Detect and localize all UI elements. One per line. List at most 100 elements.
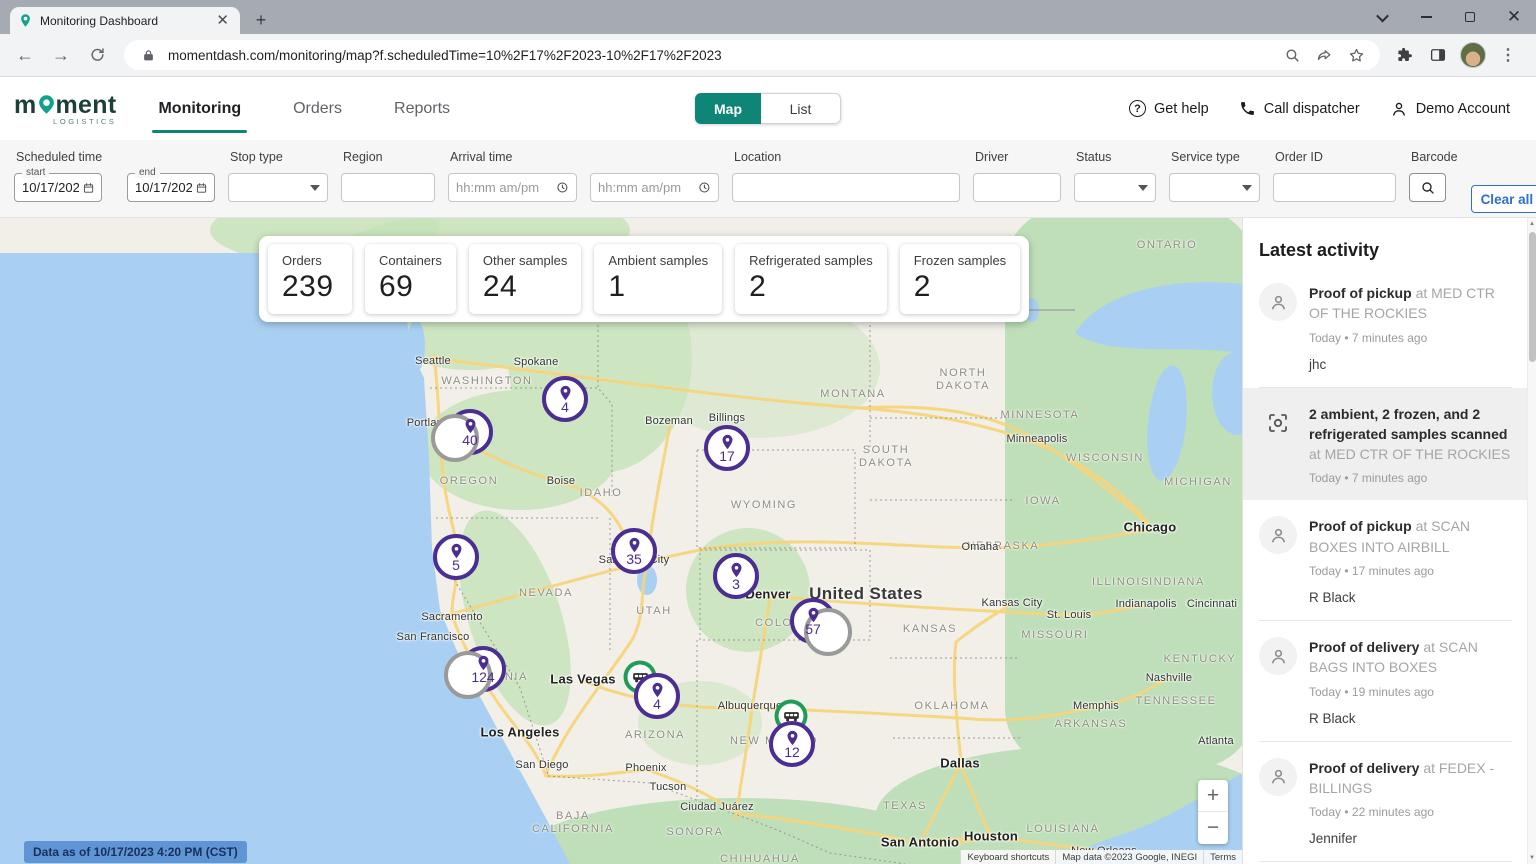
arrival-to-field[interactable] (590, 173, 719, 202)
map-state-label: NEBRASKA (967, 540, 1040, 552)
activity-item[interactable]: Proof of delivery at FEDEX - BILLINGS To… (1259, 742, 1512, 863)
arrival-from-input[interactable] (456, 180, 552, 195)
driver-field[interactable] (973, 173, 1061, 202)
driver-input[interactable] (981, 180, 1053, 195)
map-cluster-marker[interactable]: 3 (713, 553, 759, 599)
sidebar-scrollbar[interactable]: ▲ ▼ (1527, 218, 1536, 864)
share-icon[interactable] (1312, 43, 1336, 67)
map-cluster-marker[interactable]: 12 (769, 721, 815, 767)
map-cluster-marker[interactable]: 124 (460, 646, 506, 692)
side-panel-icon[interactable] (1426, 43, 1450, 67)
nav-reports[interactable]: Reports (390, 77, 454, 140)
clock-icon[interactable] (556, 180, 569, 195)
order-id-input[interactable] (1281, 180, 1388, 195)
map-city-label: Billings (709, 412, 745, 424)
tab-close-icon[interactable]: ✕ (213, 13, 232, 28)
map-city-label: Minneapolis (1007, 433, 1068, 445)
window-minimize-button[interactable] (1404, 0, 1448, 34)
order-id-field[interactable] (1273, 173, 1396, 202)
activity-actor: jhc (1309, 357, 1512, 372)
map-cluster-marker[interactable]: 17 (704, 425, 750, 471)
scheduled-start-input[interactable] (22, 180, 79, 195)
activity-item[interactable]: Proof of delivery at SCAN BAGS INTO BOXE… (1259, 621, 1512, 742)
window-menu-chevron-icon[interactable] (1360, 0, 1404, 34)
scheduled-start-field[interactable]: start (14, 173, 102, 202)
window-maximize-button[interactable] (1448, 0, 1492, 34)
region-field[interactable] (341, 173, 435, 202)
profile-avatar[interactable] (1460, 42, 1486, 68)
scrollbar-thumb[interactable] (1529, 232, 1536, 362)
activity-item[interactable]: 2 ambient, 2 frozen, and 2 refrigerated … (1243, 388, 1536, 501)
service-type-select[interactable] (1169, 173, 1260, 202)
url-bar[interactable]: momentdash.com/monitoring/map?f.schedule… (124, 40, 1380, 70)
activity-timestamp: Today • 17 minutes ago (1309, 564, 1512, 578)
arrival-to-input[interactable] (598, 180, 694, 195)
chevron-down-icon (1242, 185, 1252, 196)
stat-card-refrigerated-samples[interactable]: Refrigerated samples 2 (735, 244, 887, 314)
stat-card-orders[interactable]: Orders 239 (268, 244, 352, 314)
bookmark-star-icon[interactable] (1344, 43, 1368, 67)
map-state-label: ONTARIO (1137, 239, 1198, 251)
call-dispatcher-button[interactable]: Call dispatcher (1239, 100, 1360, 117)
status-select[interactable] (1074, 173, 1156, 202)
browser-menu-kebab-icon[interactable]: ⋮ (1496, 45, 1520, 65)
activity-item[interactable]: Proof of pickup at MED CTR OF THE ROCKIE… (1259, 267, 1512, 388)
map-state-label: TEXAS (883, 800, 927, 812)
end-notch-label: end (135, 167, 160, 178)
map-cluster-marker[interactable]: 5 (433, 534, 479, 580)
back-icon[interactable]: ← (10, 40, 40, 70)
map-cluster-marker[interactable]: 35 (611, 528, 657, 574)
browser-tab[interactable]: Monitoring Dashboard ✕ (10, 7, 240, 34)
keyboard-shortcuts-link[interactable]: Keyboard shortcuts (960, 850, 1055, 864)
terms-link[interactable]: Terms (1203, 850, 1242, 864)
map-cluster-marker[interactable]: 4 (542, 376, 588, 422)
clear-all-button[interactable]: Clear all (1471, 185, 1536, 213)
clock-icon[interactable] (698, 180, 711, 195)
activity-actor: Jennifer (1309, 831, 1512, 846)
account-button[interactable]: Demo Account (1390, 100, 1510, 118)
stat-card-other-samples[interactable]: Other samples 24 (469, 244, 582, 314)
calendar-icon[interactable] (196, 181, 207, 195)
region-input[interactable] (349, 180, 427, 195)
stat-card-frozen-samples[interactable]: Frozen samples 2 (900, 244, 1020, 314)
scheduled-end-input[interactable] (135, 180, 192, 195)
scroll-down-icon[interactable]: ▼ (1529, 852, 1535, 864)
stat-card-ambient-samples[interactable]: Ambient samples 1 (594, 244, 722, 314)
zoom-page-icon[interactable] (1280, 43, 1304, 67)
map-city-label: Sacramento (421, 611, 482, 623)
extensions-puzzle-icon[interactable] (1392, 43, 1416, 67)
forward-icon[interactable]: → (46, 40, 76, 70)
moment-logo[interactable]: m ment LOGISTICS (14, 91, 116, 126)
logo-text-suffix: ment (56, 91, 117, 120)
scroll-up-icon[interactable]: ▲ (1529, 218, 1535, 230)
map-canvas[interactable]: WASHINGTONONTARIOMONTANANORTHDAKOTASOUTH… (0, 218, 1242, 864)
location-input[interactable] (740, 180, 952, 195)
new-tab-button[interactable]: + (248, 7, 274, 33)
map-cluster-marker[interactable]: 40 (447, 409, 493, 455)
map-state-label: DAKOTA (859, 457, 913, 469)
toggle-list-button[interactable]: List (761, 93, 841, 124)
stop-type-select[interactable] (228, 173, 328, 202)
activity-item[interactable]: Proof of pickup at SCAN BOXES INTO AIRBI… (1259, 500, 1512, 621)
stat-card-containers[interactable]: Containers 69 (365, 244, 456, 314)
window-close-button[interactable]: ✕ (1492, 0, 1536, 34)
zoom-out-button[interactable]: − (1198, 812, 1228, 844)
map-cluster-marker[interactable]: 4 (634, 673, 680, 719)
scheduled-end-field[interactable]: end (127, 173, 215, 202)
location-field[interactable] (732, 173, 960, 202)
zoom-in-button[interactable]: + (1198, 780, 1228, 812)
map-cluster-marker[interactable]: 57 (790, 598, 836, 644)
barcode-search-button[interactable] (1409, 173, 1446, 202)
nav-orders[interactable]: Orders (289, 77, 346, 140)
nav-monitoring[interactable]: Monitoring (154, 77, 245, 140)
map-state-label: CHIHUAHUA (720, 853, 800, 864)
map-city-label: Phoenix (625, 762, 666, 774)
activity-text: Proof of pickup at SCAN BOXES INTO AIRBI… (1309, 516, 1512, 557)
arrival-from-field[interactable] (448, 173, 577, 202)
calendar-icon[interactable] (83, 181, 94, 195)
toggle-map-button[interactable]: Map (695, 93, 761, 124)
get-help-button[interactable]: ? Get help (1129, 100, 1209, 117)
stat-value: 1 (608, 270, 708, 304)
reload-icon[interactable] (82, 40, 112, 70)
map-city-label: Albuquerque (718, 700, 783, 712)
